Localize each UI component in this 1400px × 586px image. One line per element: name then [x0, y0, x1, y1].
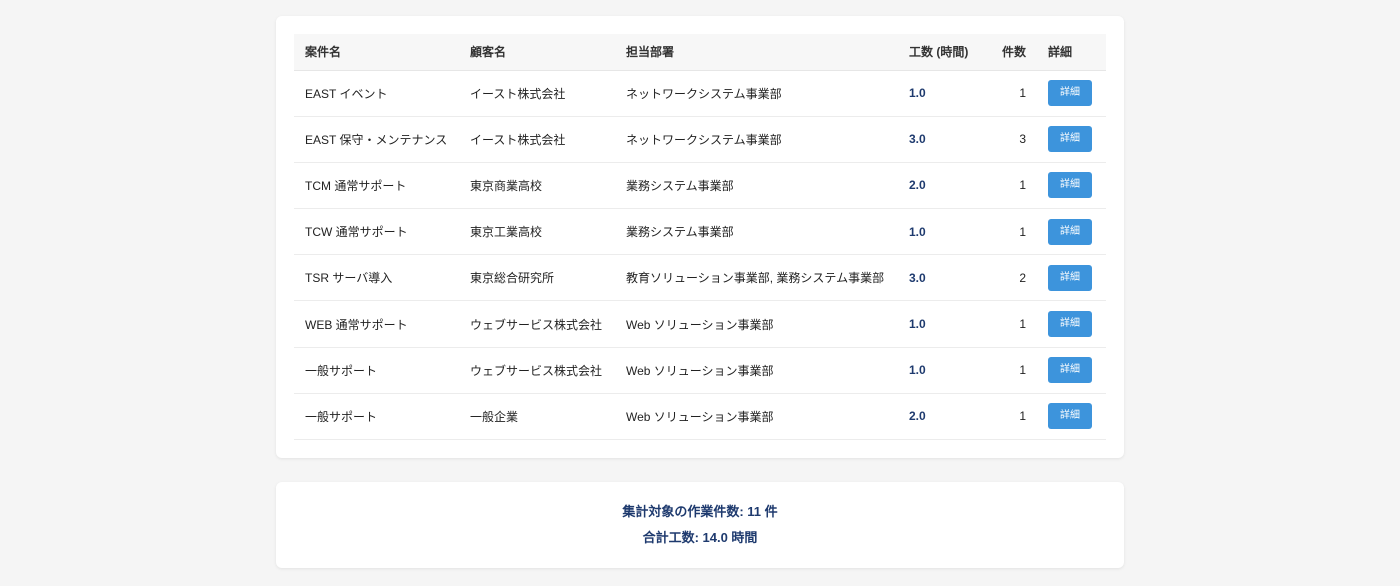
total-hours-summary: 合計工数: 14.0 時間: [642, 530, 758, 545]
summary-card: 集計対象の作業件数: 11 件 合計工数: 14.0 時間: [276, 482, 1124, 568]
cell-hours: 1.0: [898, 347, 982, 394]
cell-department: 教育ソリューション事業部, 業務システム事業部: [615, 254, 898, 302]
table-row: TCM 通常サポート 東京商業高校 業務システム事業部 2.0 1 詳細: [294, 162, 1106, 210]
table-row: TSR サーバ導入 東京総合研究所 教育ソリューション事業部, 業務システム事業…: [294, 254, 1106, 302]
detail-button[interactable]: 詳細: [1048, 218, 1092, 245]
header-detail: 詳細: [1037, 34, 1106, 71]
cell-hours: 1.0: [898, 70, 982, 117]
header-count: 件数: [982, 34, 1037, 71]
cell-count: 2: [982, 254, 1037, 302]
table-header-row: 案件名 顧客名 担当部署 工数 (時間) 件数 詳細: [294, 34, 1106, 71]
cell-detail: 詳細: [1037, 347, 1106, 394]
cell-detail: 詳細: [1037, 70, 1106, 117]
cell-count: 1: [982, 70, 1037, 117]
cell-department: Web ソリューション事業部: [615, 300, 898, 348]
cell-detail: 詳細: [1037, 116, 1106, 163]
header-hours: 工数 (時間): [898, 34, 982, 71]
table-row: EAST 保守・メンテナンス イースト株式会社 ネットワークシステム事業部 3.…: [294, 116, 1106, 163]
cell-hours: 1.0: [898, 300, 982, 348]
cell-project: EAST イベント: [294, 70, 459, 117]
cell-project: 一般サポート: [294, 347, 459, 394]
header-customer: 顧客名: [459, 34, 615, 71]
cell-department: Web ソリューション事業部: [615, 393, 898, 441]
cell-detail: 詳細: [1037, 208, 1106, 256]
cell-hours: 2.0: [898, 162, 982, 210]
cell-project: TSR サーバ導入: [294, 254, 459, 302]
cell-customer: イースト株式会社: [459, 116, 615, 163]
table-row: WEB 通常サポート ウェブサービス株式会社 Web ソリューション事業部 1.…: [294, 300, 1106, 348]
detail-button[interactable]: 詳細: [1048, 80, 1092, 107]
cell-detail: 詳細: [1037, 393, 1106, 441]
cell-hours: 2.0: [898, 393, 982, 441]
detail-button[interactable]: 詳細: [1048, 172, 1092, 199]
detail-button[interactable]: 詳細: [1048, 403, 1092, 430]
cell-customer: 東京工業高校: [459, 208, 615, 256]
detail-button[interactable]: 詳細: [1048, 126, 1092, 153]
cell-hours: 1.0: [898, 208, 982, 256]
cell-customer: イースト株式会社: [459, 70, 615, 117]
results-card: 案件名 顧客名 担当部署 工数 (時間) 件数 詳細 EAST イベント イース…: [276, 16, 1124, 458]
cell-project: WEB 通常サポート: [294, 300, 459, 348]
header-department: 担当部署: [615, 34, 898, 71]
detail-button[interactable]: 詳細: [1048, 311, 1092, 338]
task-count-summary: 集計対象の作業件数: 11 件: [622, 504, 778, 519]
cell-project: 一般サポート: [294, 393, 459, 441]
cell-department: 業務システム事業部: [615, 162, 898, 210]
cell-detail: 詳細: [1037, 162, 1106, 210]
detail-button[interactable]: 詳細: [1048, 264, 1092, 291]
cell-count: 1: [982, 162, 1037, 210]
cell-department: ネットワークシステム事業部: [615, 70, 898, 117]
cell-hours: 3.0: [898, 116, 982, 163]
results-table: 案件名 顧客名 担当部署 工数 (時間) 件数 詳細 EAST イベント イース…: [294, 34, 1106, 441]
cell-customer: ウェブサービス株式会社: [459, 347, 615, 394]
cell-project: TCM 通常サポート: [294, 162, 459, 210]
cell-hours: 3.0: [898, 254, 982, 302]
cell-detail: 詳細: [1037, 300, 1106, 348]
cell-count: 3: [982, 116, 1037, 163]
cell-detail: 詳細: [1037, 254, 1106, 302]
cell-count: 1: [982, 347, 1037, 394]
detail-button[interactable]: 詳細: [1048, 357, 1092, 384]
table-row: 一般サポート ウェブサービス株式会社 Web ソリューション事業部 1.0 1 …: [294, 347, 1106, 394]
cell-count: 1: [982, 300, 1037, 348]
cell-department: ネットワークシステム事業部: [615, 116, 898, 163]
cell-customer: ウェブサービス株式会社: [459, 300, 615, 348]
cell-customer: 一般企業: [459, 393, 615, 441]
cell-project: EAST 保守・メンテナンス: [294, 116, 459, 163]
cell-count: 1: [982, 208, 1037, 256]
cell-count: 1: [982, 393, 1037, 441]
header-project: 案件名: [294, 34, 459, 71]
cell-department: Web ソリューション事業部: [615, 347, 898, 394]
table-row: TCW 通常サポート 東京工業高校 業務システム事業部 1.0 1 詳細: [294, 208, 1106, 256]
table-row: 一般サポート 一般企業 Web ソリューション事業部 2.0 1 詳細: [294, 393, 1106, 441]
cell-customer: 東京総合研究所: [459, 254, 615, 302]
cell-project: TCW 通常サポート: [294, 208, 459, 256]
cell-department: 業務システム事業部: [615, 208, 898, 256]
cell-customer: 東京商業高校: [459, 162, 615, 210]
table-row: EAST イベント イースト株式会社 ネットワークシステム事業部 1.0 1 詳…: [294, 70, 1106, 117]
